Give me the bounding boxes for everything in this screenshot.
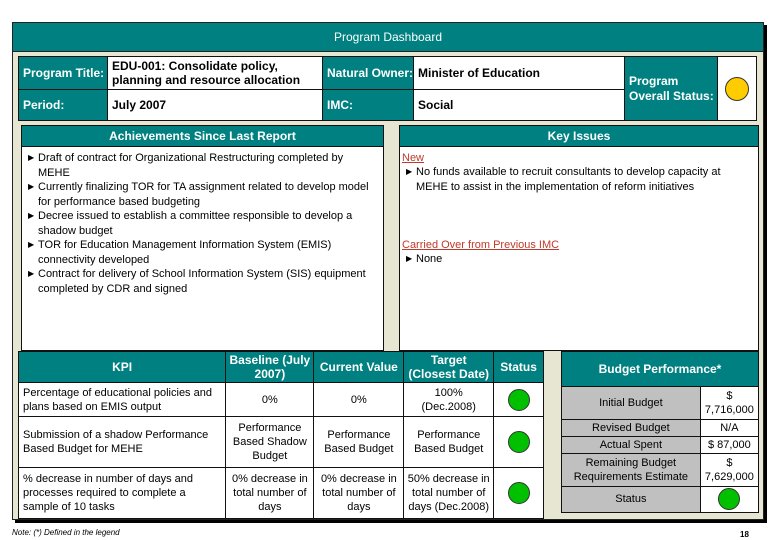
kpi-current: 0%	[313, 381, 405, 418]
status-indicator-icon	[725, 76, 749, 101]
kpi-name: Submission of a shadow Performance Based…	[17, 416, 227, 469]
kpi-column-header: KPI	[17, 351, 227, 383]
kpi-baseline: Performance Based Shadow Budget	[225, 416, 315, 469]
budget-row: Actual Spent $ 87,000	[561, 435, 760, 454]
budget-label: Revised Budget	[561, 418, 701, 437]
kpi-target: Performance Based Budget	[403, 416, 495, 469]
kpi-target: 100% (Dec.2008)	[403, 381, 495, 418]
status-indicator-icon	[507, 388, 530, 411]
kpi-row: Percentage of educational policies and p…	[17, 381, 544, 418]
program-title-value: EDU-001: Consolidate policy, planning an…	[107, 56, 323, 90]
kpi-row: Submission of a shadow Performance Based…	[17, 416, 544, 469]
program-title-label: Program Title:	[18, 56, 112, 90]
overall-status-label: Program Overall Status:	[624, 56, 718, 121]
kpi-name: % decrease in number of days and process…	[17, 467, 227, 519]
budget-row: Initial Budget $ 7,716,000	[561, 386, 760, 420]
budget-value: $ 7,716,000	[699, 386, 760, 420]
natural-owner-label: Natural Owner:	[322, 56, 414, 90]
achievement-item: Decree issued to establish a committee r…	[28, 209, 377, 238]
kpi-status	[493, 381, 544, 418]
budget-value: $ 87,000	[699, 435, 760, 454]
budget-value: $ 7,629,000	[699, 452, 760, 487]
budget-label: Remaining Budget Requirements Estimate	[561, 452, 701, 487]
new-issue-item: No funds available to recruit consultant…	[406, 165, 752, 194]
kpi-baseline: 0% decrease in total number of days	[225, 467, 315, 519]
key-issues-panel: Key Issues New No funds available to rec…	[399, 125, 759, 351]
kpi-header-row: KPI Baseline (July 2007) Current Value Targ…	[17, 351, 544, 383]
achievement-item: Contract for delivery of School Informat…	[28, 267, 377, 296]
achievement-item: TOR for Education Management Information…	[28, 238, 377, 267]
kpi-table: KPI Baseline (July 2007) Current Value Targ…	[17, 351, 544, 519]
natural-owner-value: Minister of Education	[413, 56, 625, 90]
kpi-current: 0% decrease in total number of days	[313, 467, 405, 519]
status-indicator-icon	[718, 488, 741, 511]
legend-note: Note: (*) Defined in the legend	[12, 528, 120, 537]
budget-status-cell	[699, 485, 760, 514]
achievement-item: Currently finalizing TOR for TA assignme…	[28, 180, 377, 209]
page-title: Program Dashboard	[13, 23, 763, 52]
kpi-status	[493, 467, 544, 519]
kpi-status	[493, 416, 544, 469]
kpi-target: 50% decrease in total number of days (De…	[403, 467, 495, 519]
new-issues-label: New	[402, 152, 425, 164]
kpi-current: Performance Based Budget	[313, 416, 405, 469]
overall-status-cell	[717, 56, 757, 121]
imc-value: Social	[413, 89, 625, 121]
budget-value: N/A	[699, 418, 760, 437]
achievements-panel: Achievements Since Last Report Draft of …	[21, 125, 384, 351]
imc-label: IMC:	[322, 89, 414, 121]
carried-issues-label: Carried Over from Previous IMC	[402, 239, 560, 251]
achievements-list: Draft of contract for Organizational Res…	[22, 147, 383, 296]
page-number: 18	[740, 530, 749, 539]
budget-status-row: Status	[561, 485, 760, 514]
status-indicator-icon	[507, 431, 530, 454]
kpi-baseline: 0%	[225, 381, 315, 418]
budget-row: Revised Budget N/A	[561, 418, 760, 437]
kpi-column-header: Status	[493, 351, 544, 383]
budget-label: Initial Budget	[561, 386, 701, 420]
achievements-heading: Achievements Since Last Report	[22, 126, 383, 147]
budget-heading: Budget Performance*	[561, 351, 759, 387]
carried-issues-list: None	[400, 252, 758, 267]
budget-row: Remaining Budget Requirements Estimate $ …	[561, 452, 760, 487]
budget-status-label: Status	[561, 485, 701, 514]
kpi-column-header: Current Value	[313, 351, 405, 383]
kpi-column-header: Baseline (July 2007)	[225, 351, 315, 383]
status-indicator-icon	[507, 482, 530, 505]
new-issues-list: No funds available to recruit consultant…	[400, 165, 758, 194]
kpi-column-header: Target (Closest Date)	[403, 351, 495, 383]
budget-table: Budget Performance* Initial Budget $ 7,71…	[561, 351, 760, 514]
achievement-item: Draft of contract for Organizational Res…	[28, 151, 377, 180]
carried-issue-item: None	[406, 252, 752, 267]
dashboard-frame: Program Dashboard Program Title: EDU-001…	[12, 22, 764, 520]
kpi-row: % decrease in number of days and process…	[17, 467, 544, 519]
key-issues-heading: Key Issues	[400, 126, 758, 147]
budget-label: Actual Spent	[561, 435, 701, 454]
period-label: Period:	[18, 89, 112, 121]
kpi-name: Percentage of educational policies and p…	[17, 381, 227, 418]
period-value: July 2007	[107, 89, 323, 121]
